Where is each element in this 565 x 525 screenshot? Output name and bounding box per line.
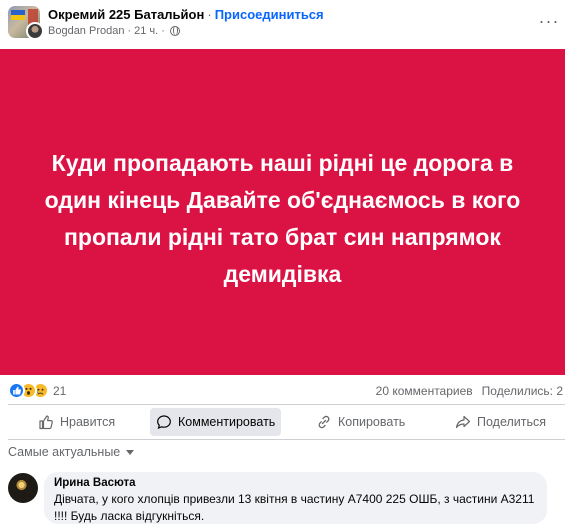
reaction-count: 21: [53, 383, 67, 398]
comment-author-link[interactable]: Ирина Васюта: [54, 477, 537, 489]
comment-label: Комментировать: [178, 415, 276, 429]
join-group-link[interactable]: Присоединиться: [215, 7, 324, 22]
meta-separator: ·: [127, 25, 132, 37]
comment-button[interactable]: Комментировать: [150, 408, 282, 436]
comments-count-link[interactable]: 20 комментариев: [376, 384, 473, 398]
post-header: Окремий 225 Батальйон · Присоединиться Bog…: [0, 0, 565, 44]
comment-bubble: Ирина Васюта Дівчата, у кого хлопців при…: [44, 472, 547, 524]
action-bar: Нравится Комментировать Копировать Подел…: [0, 406, 565, 438]
header-meta-row: Bogdan Prodan · 21 ч. ·: [48, 25, 180, 37]
flag-image: [11, 10, 25, 20]
share-button[interactable]: Поделиться: [449, 408, 552, 436]
post-time-link[interactable]: 21 ч.: [134, 25, 158, 37]
globe-icon: [169, 26, 180, 36]
like-button[interactable]: Нравится: [32, 408, 121, 436]
divider: [8, 404, 565, 405]
share-label: Поделиться: [477, 415, 547, 429]
more-icon: ···: [538, 10, 560, 31]
share-arrow-icon: [455, 415, 471, 429]
comment-sort-dropdown[interactable]: Самые актуальные: [8, 445, 135, 459]
post-text: Куди пропадають наші рідні це дорога в о…: [44, 150, 521, 287]
divider: [8, 439, 565, 440]
sort-label: Самые актуальные: [8, 445, 121, 459]
meta-separator: ·: [161, 25, 165, 37]
comment-text: Дівчата, у кого хлопців привезли 13 квіт…: [54, 492, 535, 523]
chevron-down-icon: [126, 449, 135, 455]
thumbs-up-icon: [39, 415, 53, 430]
shares-count-link[interactable]: Поделились: 2: [482, 384, 563, 398]
header-title-row: Окремий 225 Батальйон · Присоединиться: [48, 7, 324, 22]
like-reaction-icon: [8, 382, 25, 399]
more-options-button[interactable]: ···: [538, 10, 560, 32]
author-avatar[interactable]: [26, 22, 44, 40]
like-label: Нравится: [60, 415, 116, 429]
author-name-link[interactable]: Bogdan Prodan: [48, 25, 124, 37]
copy-label: Копировать: [338, 415, 406, 429]
separator-dot: ·: [207, 7, 212, 22]
stats-right: 20 комментариев Поделились: 2: [376, 384, 563, 398]
post-text-banner: Куди пропадають наші рідні це дорога в о…: [0, 49, 565, 375]
post-stats: 21 20 комментариев Поделились: 2: [0, 380, 565, 402]
comment-bubble-icon: [157, 415, 171, 429]
group-name-link[interactable]: Окремий 225 Батальйон: [48, 7, 204, 22]
copy-button[interactable]: Копировать: [310, 408, 411, 436]
link-icon: [318, 415, 330, 429]
commenter-avatar[interactable]: [8, 473, 38, 503]
reactions-summary[interactable]: 21: [8, 382, 66, 399]
